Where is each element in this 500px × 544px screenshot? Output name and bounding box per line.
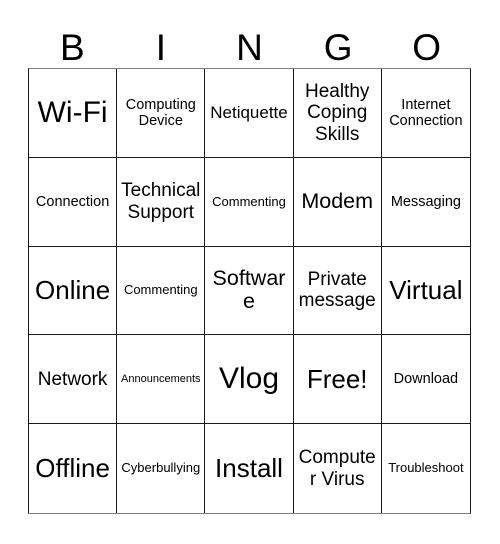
bingo-cell[interactable]: Messaging	[381, 157, 470, 247]
bingo-cell[interactable]: Wi-Fi	[29, 69, 118, 158]
bingo-cell[interactable]: Download	[381, 335, 470, 425]
bingo-cell-label: Commenting	[123, 282, 198, 298]
bingo-cell-label: Cyberbullying	[121, 460, 201, 476]
bingo-cell[interactable]: Online	[29, 246, 118, 336]
bingo-cell[interactable]: Install	[205, 424, 294, 513]
bingo-cell-label: Computing Device	[125, 96, 196, 129]
bingo-cell-label: Virtual	[389, 274, 463, 305]
bingo-cell[interactable]: Healthy Coping Skills	[293, 69, 382, 158]
bingo-cell-label: Online	[35, 274, 111, 305]
bingo-cell-label: Connection	[35, 193, 110, 210]
bingo-cell-label: Technical Support	[121, 180, 201, 223]
bingo-cell-label: Software	[212, 266, 286, 314]
bingo-cell[interactable]: Announcements	[117, 335, 206, 425]
bingo-cell-label: Announcements	[121, 373, 201, 386]
bingo-cell-label: Wi-Fi	[37, 95, 108, 129]
bingo-cell-label: Healthy Coping Skills	[304, 81, 370, 145]
bingo-cell[interactable]: Free!	[293, 335, 382, 425]
bingo-cell[interactable]: Network	[29, 335, 118, 425]
bingo-cell[interactable]: Modem	[293, 157, 382, 247]
bingo-cell-label: Internet Connection	[389, 96, 463, 129]
bingo-card: B I N G O Wi-Fi Computing Device Netiquett…	[0, 0, 500, 544]
bingo-cell-label: Vlog	[218, 361, 280, 395]
bingo-cell[interactable]: Cyberbullying	[117, 424, 206, 513]
bingo-cell-label: Netiquette	[210, 102, 288, 122]
bingo-cell-label: Modem	[301, 189, 374, 214]
bingo-cell[interactable]: Software	[205, 246, 294, 336]
bingo-cell-label: Install	[215, 452, 283, 483]
bingo-cell-label: Commenting	[212, 193, 286, 209]
bingo-cell[interactable]: Troubleshoot	[381, 424, 470, 513]
bingo-cell[interactable]: Virtual	[381, 246, 470, 336]
bingo-cell-label: Private message	[298, 269, 376, 312]
bingo-cell[interactable]: Commenting	[205, 157, 294, 247]
bingo-cell[interactable]: Vlog	[205, 335, 294, 425]
bingo-cell[interactable]: Computing Device	[117, 69, 206, 158]
bingo-cell[interactable]: Offline	[29, 424, 118, 513]
bingo-cell[interactable]: Commenting	[117, 246, 206, 336]
bingo-cell[interactable]: Computer Virus	[293, 424, 382, 513]
bingo-cell-label: Free!	[306, 363, 368, 394]
bingo-cell[interactable]: Netiquette	[205, 69, 294, 158]
bingo-grid: Wi-Fi Computing Device Netiquette Healthy C…	[28, 68, 471, 514]
bingo-cell-label: Computer Virus	[298, 447, 376, 490]
bingo-cell-label: Network	[37, 368, 108, 390]
bingo-cell[interactable]: Private message	[293, 246, 382, 336]
bingo-header-letter-o: O	[412, 27, 442, 68]
bingo-cell[interactable]: Technical Support	[117, 157, 206, 247]
bingo-cell-label: Troubleshoot	[388, 460, 464, 476]
bingo-header-letter-i: I	[155, 27, 167, 68]
bingo-header-letter-b: B	[59, 27, 85, 68]
bingo-header-letter-g: G	[323, 27, 353, 68]
bingo-header-row: B I N G O	[28, 20, 471, 68]
bingo-cell[interactable]: Connection	[29, 157, 118, 247]
bingo-cell-label: Download	[393, 371, 459, 388]
bingo-cell-label: Offline	[35, 452, 110, 483]
bingo-cell[interactable]: Internet Connection	[381, 69, 470, 158]
bingo-cell-label: Messaging	[390, 193, 461, 210]
bingo-header-letter-n: N	[236, 27, 263, 68]
